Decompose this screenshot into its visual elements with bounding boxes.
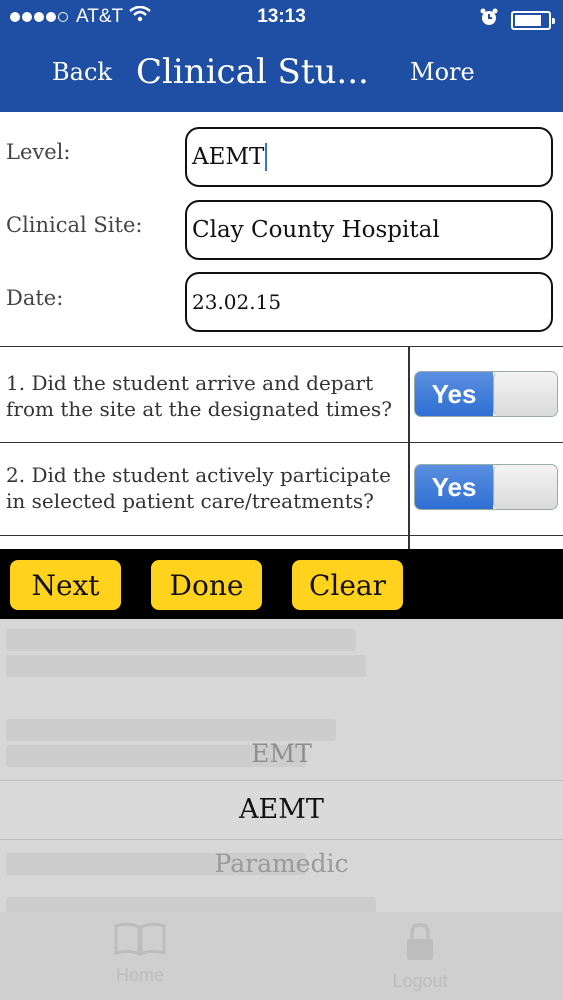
tab-home-label: Home — [115, 965, 164, 985]
question-text: 2. Did the student actively participate … — [6, 463, 391, 513]
book-icon — [80, 922, 200, 965]
input-toolbar: Next Done Clear — [0, 549, 563, 619]
text-cursor — [265, 143, 268, 171]
battery-icon — [511, 10, 555, 30]
page-title: Clinical Stu... — [136, 52, 369, 92]
navigation-bar: Back Clinical Stu... More — [0, 36, 563, 112]
question-2-toggle[interactable]: Yes — [414, 464, 558, 510]
back-button[interactable]: Back — [52, 58, 112, 86]
question-row: 1. Did the student arrive and depart fro… — [0, 346, 563, 443]
picker-option-selected[interactable]: AEMT — [0, 794, 563, 825]
picker-option[interactable]: EMT — [0, 739, 563, 768]
date-field[interactable]: 23.02.15 — [185, 272, 553, 332]
question-row: 2. Did the student actively participate … — [0, 443, 563, 536]
level-value: AEMT — [192, 144, 265, 170]
clinical-site-label: Clinical Site: — [6, 213, 143, 237]
tab-logout-label: Logout — [392, 971, 448, 991]
top-bar: AT&T 13:13 Back Clinical Stu... More — [0, 0, 563, 112]
picker-option[interactable]: Paramedic — [0, 849, 563, 878]
clear-button[interactable]: Clear — [292, 560, 403, 610]
question-1-toggle[interactable]: Yes — [414, 371, 558, 417]
toggle-on-label: Yes — [415, 372, 493, 416]
level-field[interactable]: AEMT — [185, 127, 553, 187]
next-button[interactable]: Next — [10, 560, 121, 610]
more-button[interactable]: More — [410, 58, 475, 86]
status-bar: AT&T 13:13 — [0, 0, 563, 36]
tab-logout[interactable]: Logout — [360, 922, 480, 992]
alarm-clock-icon — [479, 7, 499, 33]
clinical-site-value: Clay County Hospital — [192, 217, 440, 243]
status-right-group — [479, 7, 555, 33]
done-button[interactable]: Done — [151, 560, 262, 610]
tab-bar: Home Logout — [0, 912, 563, 1000]
date-value: 23.02.15 — [192, 290, 282, 314]
toggle-on-label: Yes — [415, 465, 493, 509]
tab-home[interactable]: Home — [80, 922, 200, 986]
lock-icon — [360, 922, 480, 971]
date-label: Date: — [6, 286, 64, 310]
toggle-knob — [493, 465, 557, 509]
level-label: Level: — [6, 140, 71, 164]
level-picker[interactable]: EMT AEMT Paramedic Home Logout — [0, 619, 563, 1000]
toggle-knob — [493, 372, 557, 416]
question-text: 1. Did the student arrive and depart fro… — [6, 371, 392, 421]
clinical-site-field[interactable]: Clay County Hospital — [185, 200, 553, 260]
